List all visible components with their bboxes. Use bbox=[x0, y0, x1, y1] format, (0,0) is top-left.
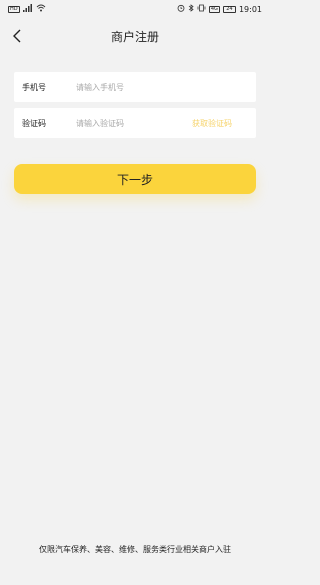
footer-note: 仅限汽车保养、美容、维修、服务类行业相关商户入驻 bbox=[39, 545, 231, 554]
alarm-icon bbox=[177, 4, 185, 14]
status-bar: HD 4G 24 19:01 bbox=[0, 0, 270, 18]
back-button[interactable] bbox=[9, 26, 25, 46]
bluetooth-icon bbox=[188, 4, 194, 14]
code-label: 验证码 bbox=[22, 118, 46, 128]
status-bar-right: 4G 24 19:01 bbox=[177, 4, 262, 14]
network-badge: 4G bbox=[208, 5, 220, 13]
hd-badge: HD bbox=[8, 5, 20, 13]
phone-input[interactable] bbox=[76, 82, 176, 92]
page-title: 商户注册 bbox=[110, 29, 159, 44]
chevron-left-icon bbox=[13, 29, 21, 43]
battery-level: 24 bbox=[226, 5, 233, 12]
phone-label: 手机号 bbox=[22, 82, 46, 92]
code-input[interactable] bbox=[76, 118, 176, 128]
next-button[interactable]: 下一步 bbox=[14, 164, 256, 194]
status-time: 19:01 bbox=[238, 4, 262, 14]
screen: HD 4G 24 19:01 商户注册 手机号 请输入手机号 验证码 请输入验证… bbox=[0, 0, 270, 585]
battery-icon: 24 bbox=[222, 5, 236, 13]
status-bar-left: HD bbox=[8, 4, 46, 14]
vibrate-icon bbox=[197, 4, 206, 14]
code-row: 验证码 获取验证码 bbox=[14, 108, 256, 138]
header: 商户注册 bbox=[0, 22, 270, 50]
phone-row: 手机号 bbox=[14, 72, 256, 102]
signal-icon bbox=[22, 4, 33, 14]
get-code-button[interactable]: 获取验证码 bbox=[192, 118, 232, 129]
wifi-icon bbox=[36, 4, 46, 14]
